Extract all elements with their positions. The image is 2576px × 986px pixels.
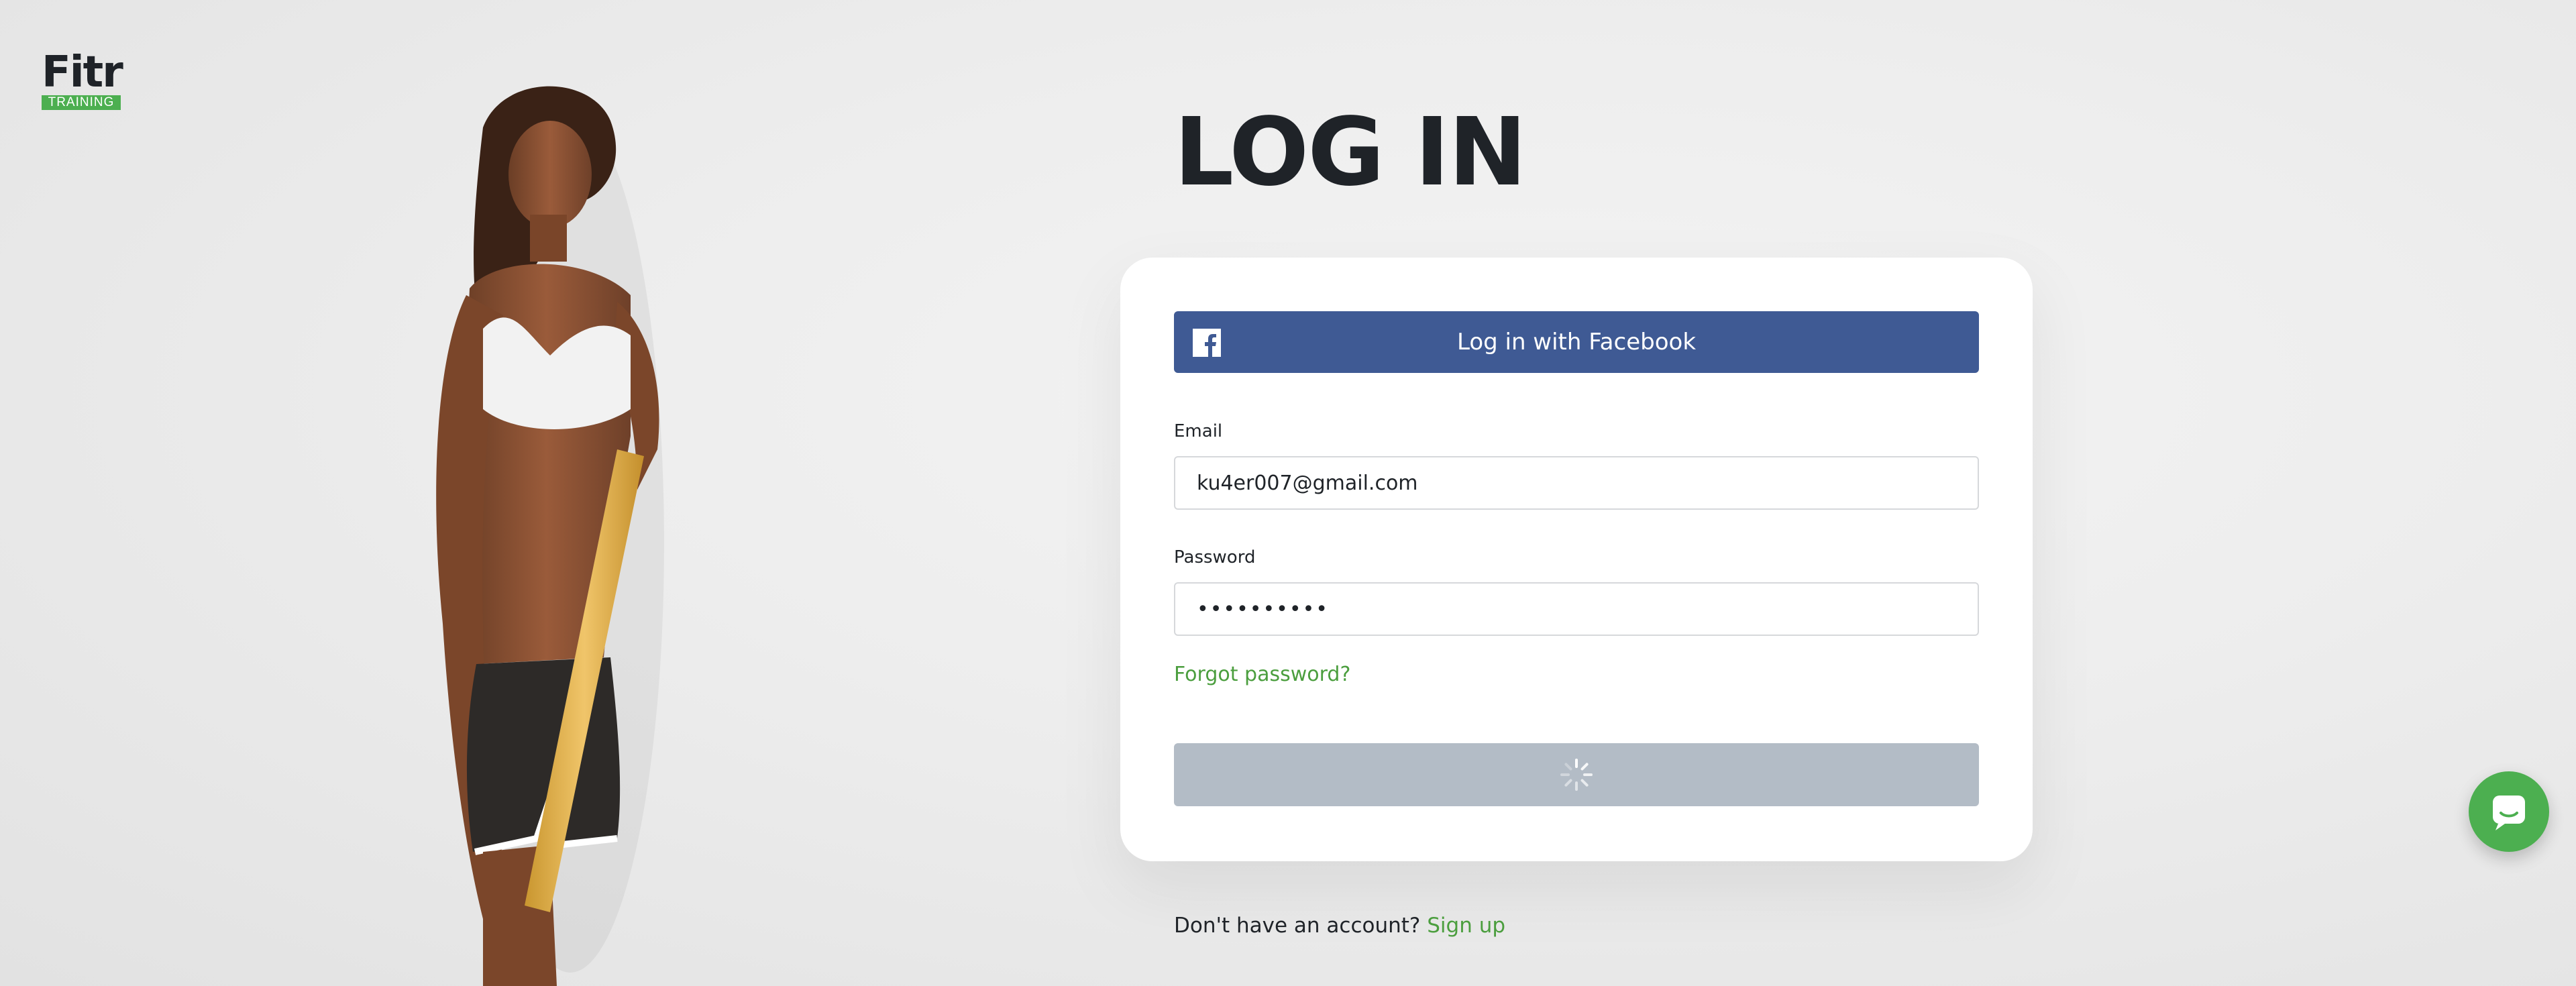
brand-tagline: TRAINING [42, 95, 121, 110]
password-label: Password [1174, 547, 1256, 567]
email-field[interactable] [1174, 456, 1979, 510]
login-submit-button[interactable] [1174, 743, 1979, 806]
brand-name: Fitr [42, 48, 123, 97]
email-label: Email [1174, 421, 1223, 441]
chat-icon [2493, 796, 2525, 830]
facebook-login-button[interactable]: Log in with Facebook [1174, 311, 1979, 373]
facebook-login-label: Log in with Facebook [1456, 329, 1697, 355]
forgot-password-link[interactable]: Forgot password? [1174, 663, 1350, 686]
signup-link[interactable]: Sign up [1427, 914, 1505, 938]
login-card: Log in with Facebook Email Password Forg… [1120, 258, 2033, 861]
chat-launcher-button[interactable] [2469, 771, 2549, 852]
signup-prompt: Don't have an account? Sign up [1174, 914, 1505, 938]
page-title: LOG IN [1174, 98, 1527, 207]
brand-logo[interactable]: Fitr TRAINING [42, 48, 123, 110]
athlete-photo [436, 86, 664, 986]
spinner-icon [1560, 759, 1593, 791]
signup-text: Don't have an account? [1174, 914, 1421, 938]
password-field[interactable] [1174, 582, 1979, 636]
